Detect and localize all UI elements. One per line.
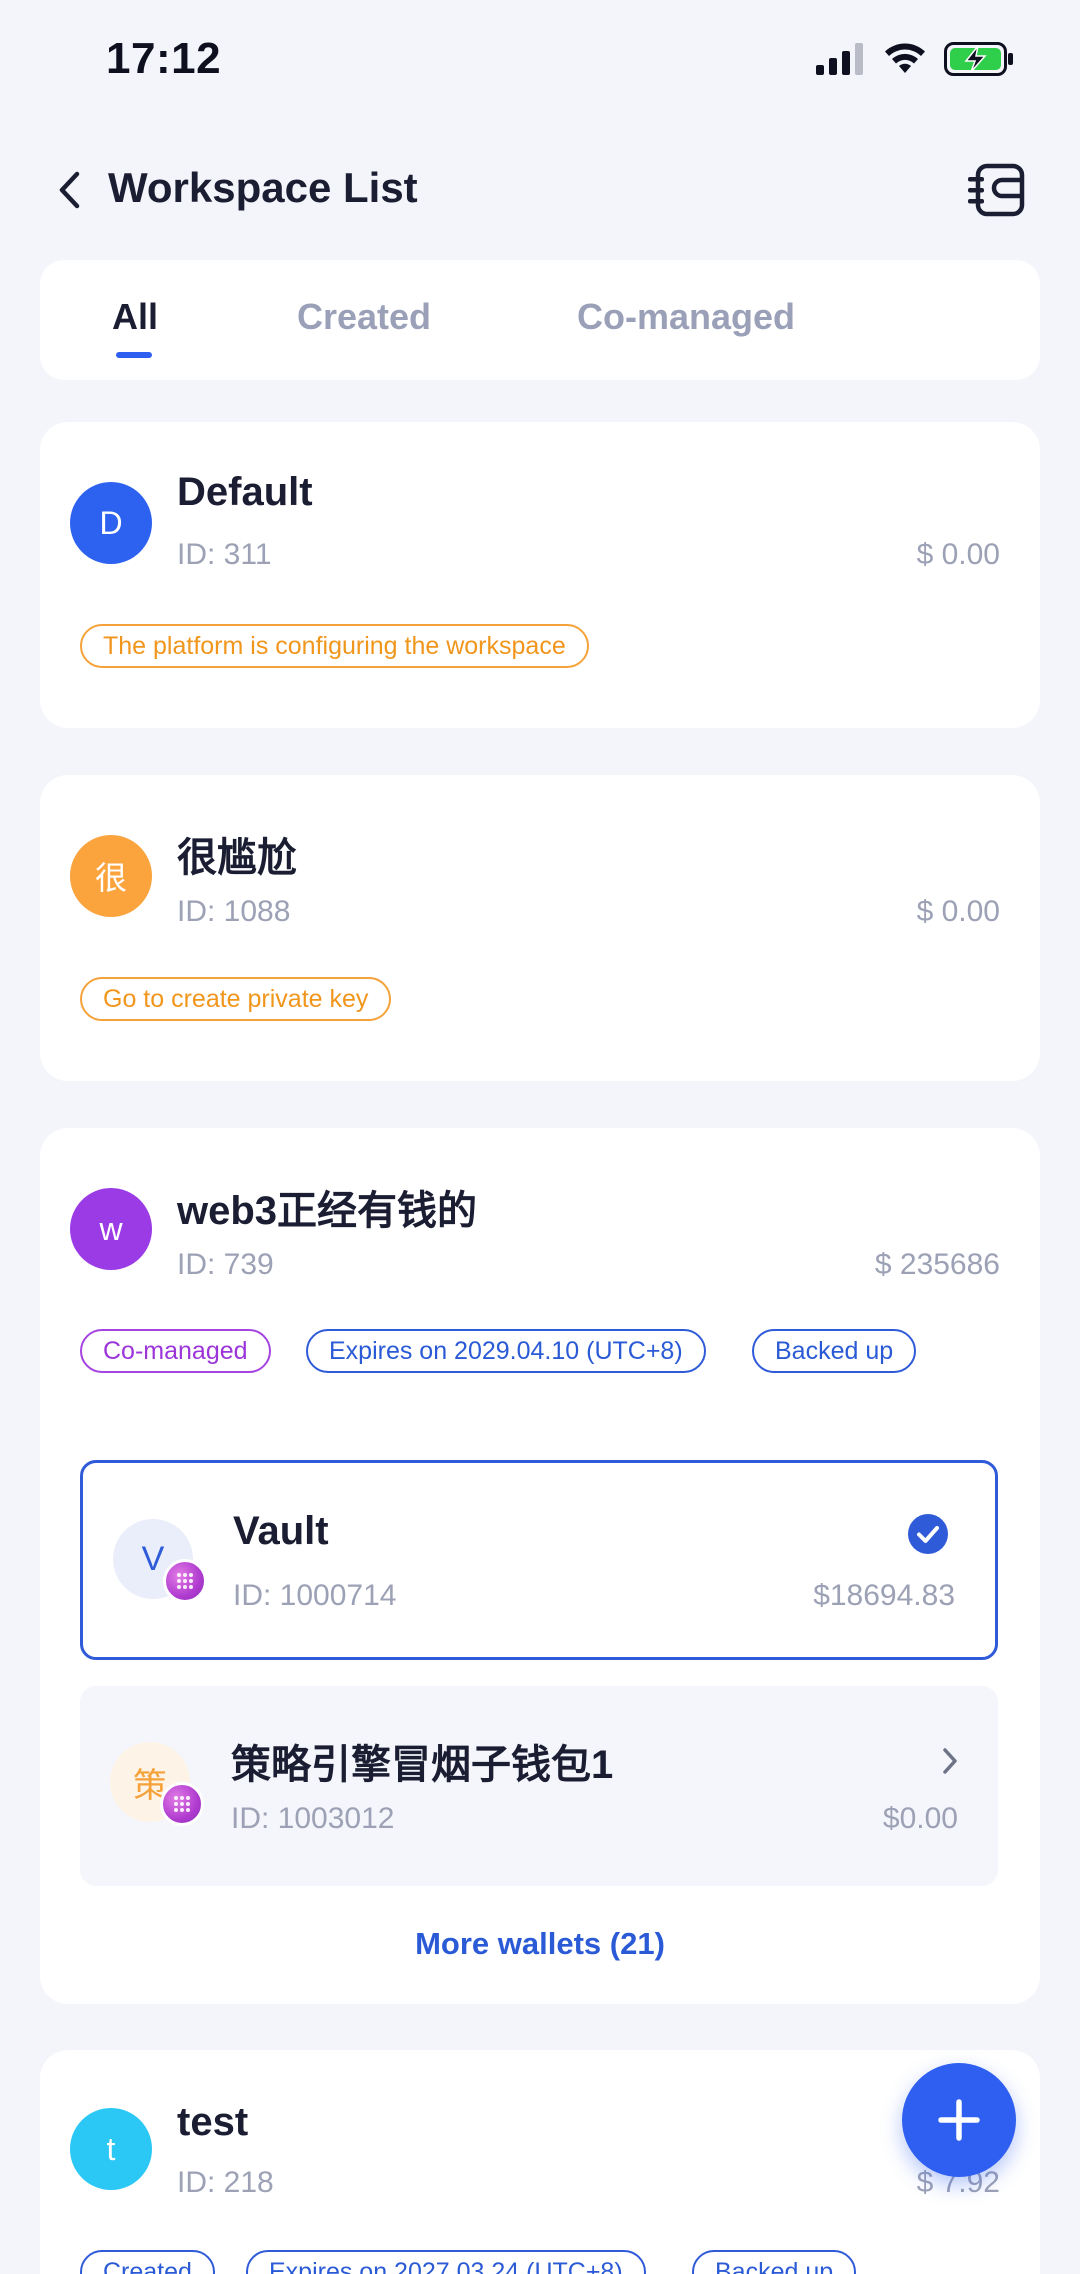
workspace-avatar: 很 — [70, 835, 152, 917]
workspace-list-screen: 17:12 Workspace List All Created Co-mana… — [0, 0, 1080, 2274]
workspace-avatar: D — [70, 482, 152, 564]
workspace-id: ID: 218 — [177, 2166, 274, 2199]
more-wallets-link[interactable]: More wallets (21) — [40, 1926, 1040, 1962]
workspace-avatar: w — [70, 1188, 152, 1270]
workspace-avatar: t — [70, 2108, 152, 2190]
header: Workspace List — [0, 150, 1080, 230]
tab-co-managed[interactable]: Co-managed — [577, 296, 795, 338]
workspace-name: web3正经有钱的 — [177, 1189, 478, 1233]
wallet-id: ID: 1003012 — [231, 1802, 395, 1835]
expiry-tag: Expires on 2027.03.24 (UTC+8) — [246, 2250, 646, 2274]
workspace-balance: $ 0.00 — [916, 538, 1000, 571]
status-icons — [816, 42, 1014, 76]
chain-badge-icon — [160, 1782, 204, 1826]
wallet-name: Vault — [233, 1509, 329, 1553]
workspace-id: ID: 311 — [177, 538, 272, 571]
plus-icon — [938, 2099, 980, 2141]
chain-badge-icon — [163, 1559, 207, 1603]
workspace-name: Default — [177, 470, 313, 514]
chevron-right-icon — [943, 1748, 957, 1774]
status-bar: 17:12 — [0, 0, 1080, 120]
wallet-balance: $18694.83 — [813, 1579, 955, 1612]
wifi-icon — [885, 43, 925, 73]
check-circle-icon — [908, 1514, 948, 1554]
chevron-left-icon — [59, 171, 80, 209]
workspace-balance: $ 0.00 — [916, 895, 1000, 928]
workspace-name: test — [177, 2100, 249, 2144]
workspace-balance: $ 235686 — [874, 1248, 1000, 1281]
backup-tag: Backed up — [752, 1329, 917, 1373]
co-managed-tag: Co-managed — [80, 1329, 271, 1373]
wallet-switch-button[interactable] — [964, 158, 1028, 222]
created-tag: Created — [80, 2250, 215, 2274]
tab-created[interactable]: Created — [297, 296, 431, 338]
back-button[interactable] — [44, 162, 94, 218]
workspace-name: 很尴尬 — [177, 836, 297, 880]
battery-charging-icon — [944, 42, 1013, 76]
workspace-card-2[interactable]: 很 很尴尬 ID: 1088 $ 0.00 Go to create priva… — [40, 775, 1040, 1081]
expiry-tag: Expires on 2029.04.10 (UTC+8) — [306, 1329, 706, 1373]
tab-bar: All Created Co-managed — [40, 260, 1040, 380]
page-title: Workspace List — [108, 164, 418, 211]
wallet-id: ID: 1000714 — [233, 1579, 397, 1612]
wallet-item-strategy[interactable]: 策 策略引擎冒烟子钱包1 ID: 1003012 $0.00 — [80, 1686, 998, 1886]
tab-all[interactable]: All — [112, 296, 158, 338]
add-workspace-button[interactable] — [902, 2063, 1016, 2177]
wallet-balance: $0.00 — [882, 1802, 958, 1835]
active-tab-indicator — [116, 352, 152, 358]
wallet-item-vault[interactable]: V Vault ID: 1000714 $18694.83 — [80, 1460, 998, 1660]
cellular-signal-icon — [816, 43, 863, 75]
workspace-card-default[interactable]: D Default ID: 311 $ 0.00 The platform is… — [40, 422, 1040, 728]
wallet-name: 策略引擎冒烟子钱包1 — [231, 1743, 614, 1787]
workspace-id: ID: 739 — [177, 1248, 274, 1281]
workspace-card-3[interactable]: w web3正经有钱的 ID: 739 $ 235686 Co-managed … — [40, 1128, 1040, 2004]
workspace-id: ID: 1088 — [177, 895, 291, 928]
wallet-switch-icon — [968, 163, 1025, 217]
status-time: 17:12 — [106, 34, 222, 83]
status-tag-configuring: The platform is configuring the workspac… — [80, 624, 589, 668]
backup-tag: Backed up — [692, 2250, 857, 2274]
workspace-card-test[interactable]: t test ID: 218 $ 7.92 Created Expires on… — [40, 2050, 1040, 2274]
create-private-key-link[interactable]: Go to create private key — [80, 977, 392, 1021]
